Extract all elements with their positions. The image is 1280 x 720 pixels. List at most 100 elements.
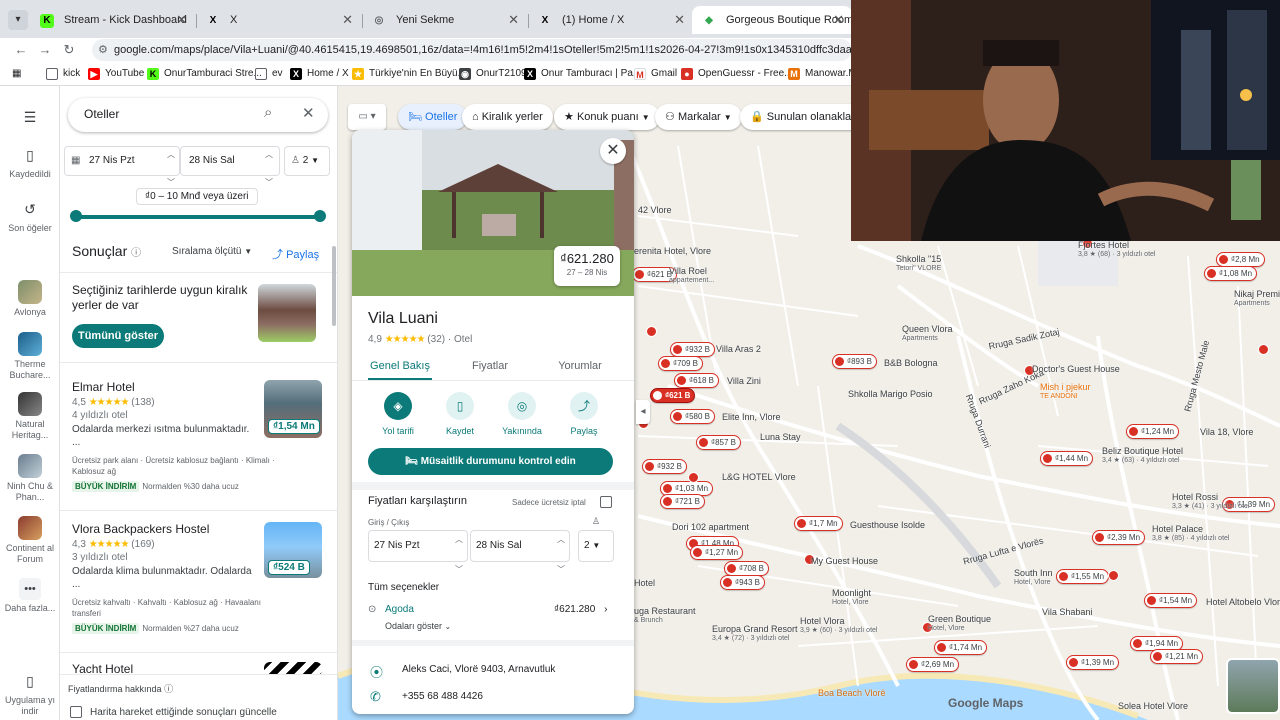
bookmark-youtube[interactable]: ▶ YouTube [88, 66, 144, 82]
apps-icon[interactable]: ▦ [12, 66, 21, 82]
search-input[interactable]: Oteller [84, 107, 119, 121]
filter-chip-amenities[interactable]: 🔒 Sunulan olanaklar [740, 104, 865, 130]
map-place-label[interactable]: Hotel Vlora 3,9 ★ (60) · 3 yıldızlı otel [800, 616, 877, 636]
map-place-label[interactable]: Villa Zini [727, 376, 761, 386]
reload-icon[interactable]: ↻ [60, 41, 78, 59]
map-place-label[interactable]: Shkolla Marigo Posio [848, 389, 933, 399]
map-price-pin[interactable]: ₫1,27 Mn [690, 545, 744, 560]
sort-dropdown[interactable]: Sıralama ölçütü ▼ [172, 246, 252, 257]
layers-button[interactable]: ▭ ▾ [348, 104, 386, 130]
map-place-label[interactable]: B&B Bologna [884, 358, 938, 368]
rail-recent-natural[interactable]: Natural Heritag... [0, 392, 60, 441]
bookmark-kick[interactable]: kick [46, 66, 80, 82]
map-price-pin[interactable]: ₫2,69 Mn [906, 657, 960, 672]
map-place-label[interactable]: Hotel Altobelo Vlore [1206, 597, 1280, 607]
tab-new-tab[interactable]: ◎ Yeni Sekme ✕ [362, 6, 527, 34]
close-icon[interactable]: ✕ [176, 6, 187, 34]
pricing-info-link[interactable]: Fiyatlandırma hakkında ⓘ [68, 682, 173, 695]
hotel-dot[interactable] [1258, 344, 1269, 355]
update-on-map-move-checkbox[interactable] [70, 706, 82, 718]
show-all-button[interactable]: Tümünü göster [72, 324, 164, 348]
map-place-label[interactable]: Guesthouse Isolde [850, 520, 925, 530]
phone-row[interactable]: ✆ +355 68 488 4426 [368, 689, 483, 704]
tab-prices[interactable]: Fiyatlar [450, 360, 530, 372]
rail-recent-therme[interactable]: Therme Buchare... [0, 332, 60, 381]
bookmark-onurt2109[interactable]: ◉ OnurT2109 [459, 66, 527, 82]
close-card-button[interactable]: ✕ [600, 138, 626, 164]
share-button[interactable]: ⤴ Paylaş [556, 392, 612, 436]
save-button[interactable]: ▯ Kaydet [432, 392, 488, 436]
close-icon[interactable]: ✕ [342, 6, 353, 34]
close-icon[interactable]: ✕ [674, 6, 685, 34]
map-place-label[interactable]: uga Restaurant & Brunch [634, 606, 696, 626]
checkin-date-field[interactable]: ▦ 27 Nis Pzt ︿ ﹀ [64, 146, 180, 187]
guests-select[interactable]: ♙ 2 ▼ [284, 146, 330, 176]
map-place-label[interactable]: Fjortes Hotel 3,8 ★ (68) · 3 yıldızlı ote… [1078, 240, 1155, 260]
filter-chip-brands[interactable]: ⚇ Markalar ▼ [655, 104, 742, 130]
check-availability-button[interactable]: 🛏 Müsaitlik durumunu kontrol edin [368, 448, 613, 475]
map-place-label[interactable]: Dori 102 apartment [672, 522, 749, 532]
map-price-pin[interactable]: ₫893 B [832, 354, 878, 369]
free-cancel-checkbox[interactable] [600, 496, 612, 508]
map-price-pin[interactable]: ₫618 B [674, 373, 720, 388]
tab-gorgeous-boutique[interactable]: ◆ Gorgeous Boutique Room and ✕ [692, 6, 852, 34]
map-place-label[interactable]: Mish i pjekur TE ANDONI [1040, 382, 1091, 402]
collapse-panel-button[interactable]: ◂ [636, 400, 650, 424]
share-results-button[interactable]: ⤴ Paylaş [272, 246, 319, 262]
tab-search-button[interactable]: ▾ [8, 10, 28, 30]
map-price-pin[interactable]: ₫943 B [720, 575, 766, 590]
rail-more[interactable]: ••• Daha fazla... [0, 578, 60, 614]
bookmark-turkiye[interactable]: ★ Türkiye'nin En Büyü... [352, 66, 466, 82]
search-icon[interactable]: ⌕ [264, 104, 272, 121]
map-price-pin[interactable]: ₫1,54 Mn [1144, 593, 1198, 608]
stepper-icon[interactable]: ︿ ﹀ [265, 141, 273, 197]
map-place-label[interactable]: South Inn Hotel, Vlore [1014, 568, 1053, 588]
close-icon[interactable]: ✕ [508, 6, 519, 34]
clear-icon[interactable]: ✕ [302, 104, 315, 122]
map-price-pin[interactable]: ₫1,74 Mn [934, 640, 988, 655]
directions-button[interactable]: ◈ Yol tarifi [370, 392, 426, 436]
bookmark-openguessr[interactable]: ● OpenGuessr - Free... [681, 66, 792, 82]
rail-recent-ninh-chu[interactable]: Ninh Chu & Phan... [0, 454, 60, 503]
bookmark-onur-stream[interactable]: K OnurTamburaci Stre... [147, 66, 262, 82]
map-place-label[interactable]: Boa Beach Vlorë [818, 688, 886, 698]
map-place-label[interactable]: Queen Vlora Apartments [902, 324, 953, 344]
map-place-label[interactable]: Luna Stay [760, 432, 801, 442]
hotel-dot[interactable] [688, 472, 699, 483]
photo-price-badge[interactable]: ₫621.280 27 – 28 Nis [554, 246, 620, 286]
map-place-label[interactable]: Nikaj PremiumApartments [1234, 289, 1280, 309]
close-icon[interactable]: ✕ [833, 6, 844, 34]
map-price-pin[interactable]: ₫1,24 Mn [1126, 424, 1180, 439]
map-price-pin[interactable]: ₫1,7 Mn [794, 516, 843, 531]
map-place-label[interactable]: Villa Roel appartement... [669, 266, 714, 286]
filter-chip-hotels[interactable]: 🛏 Oteller [398, 104, 468, 130]
map-place-label[interactable]: Europa Grand Resort 3,4 ★ (72) · 3 yıldız… [712, 624, 798, 644]
provider-price[interactable]: ₫621.280 › [554, 604, 607, 615]
map-place-label[interactable]: Beliz Boutique Hotel 3,4 ★ (63) · 4 yıldı… [1102, 446, 1183, 466]
filter-chip-guest-rating[interactable]: ★ Konuk puanı ▼ [554, 104, 660, 130]
site-info-icon[interactable]: ⚙ [98, 39, 108, 61]
hotel-price-badge[interactable]: ₫524 B [268, 560, 310, 575]
card-checkout-field[interactable]: 28 Nis Sal ︿ ﹀ [470, 530, 570, 574]
url-field[interactable]: ⚙ google.com/maps/place/Vila+Luani/@40.4… [92, 39, 852, 61]
rail-download-app[interactable]: ▯ Uygulama yı indir [0, 670, 60, 717]
scrollbar[interactable] [332, 246, 336, 326]
forward-icon[interactable]: → [36, 41, 54, 59]
bookmark-gmail[interactable]: M Gmail [634, 66, 677, 82]
map-place-label[interactable]: Vila 18, Vlore [1200, 427, 1253, 437]
rail-recent-continental[interactable]: Continent al Forum [0, 516, 60, 565]
tab-reviews[interactable]: Yorumlar [540, 360, 620, 372]
rail-recent[interactable]: ↺ Son öğeler [0, 198, 60, 234]
map-price-pin[interactable]: ₫2,8 Mn [1216, 252, 1265, 267]
hotel-dot[interactable] [646, 326, 657, 337]
street-view-thumbnail[interactable] [1226, 658, 1280, 714]
review-count[interactable]: (32) [427, 334, 445, 345]
bookmark-home-x[interactable]: X Home / X [290, 66, 349, 82]
bookmark-ev[interactable]: ev [255, 66, 283, 82]
price-slider-track[interactable] [76, 215, 320, 219]
stepper-icon[interactable]: ︿ ﹀ [557, 525, 565, 585]
map-price-pin[interactable]: ₫1,39 Mn [1066, 655, 1120, 670]
tab-home-x[interactable]: X (1) Home / X ✕ [528, 6, 693, 34]
map-price-pin[interactable]: ₫1,55 Mn [1056, 569, 1110, 584]
map-place-label[interactable]: Villa Aras 2 [716, 344, 761, 354]
